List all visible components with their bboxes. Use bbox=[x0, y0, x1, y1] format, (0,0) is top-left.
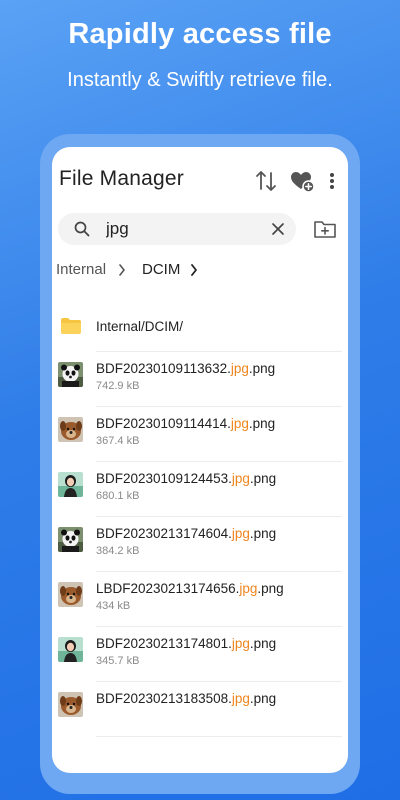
file-name: BDF20230109113632.jpg.png bbox=[96, 361, 275, 376]
chevron-right-icon bbox=[119, 264, 125, 276]
file-thumbnail bbox=[58, 527, 83, 552]
file-thumbnail bbox=[58, 637, 83, 662]
favorites-button[interactable] bbox=[288, 167, 316, 195]
file-row[interactable]: BDF20230213174604.jpg.png 384.2 kB bbox=[52, 517, 348, 572]
search-match-highlight: jpg bbox=[230, 361, 249, 376]
search-icon bbox=[74, 221, 90, 237]
divider bbox=[96, 736, 342, 737]
file-row[interactable]: BDF20230109113632.jpg.png 742.9 kB bbox=[52, 352, 348, 407]
file-name: BDF20230109114414.jpg.png bbox=[96, 416, 275, 431]
file-thumbnail bbox=[58, 417, 83, 442]
file-row[interactable]: BDF20230213183508.jpg.png bbox=[52, 682, 348, 737]
file-name-suffix: .png bbox=[249, 691, 277, 706]
search-match-highlight: jpg bbox=[231, 691, 250, 706]
file-name-prefix: LBDF20230213174656. bbox=[96, 581, 240, 596]
file-name-prefix: BDF20230213174604. bbox=[96, 526, 232, 541]
file-name-prefix: BDF20230109114414. bbox=[96, 416, 231, 431]
more-vertical-icon bbox=[330, 173, 334, 189]
promo-subline: Instantly & Swiftly retrieve file. bbox=[67, 69, 333, 91]
file-name-suffix: .png bbox=[248, 416, 276, 431]
file-name: BDF20230213174801.jpg.png bbox=[96, 636, 276, 651]
file-name: BDF20230213183508.jpg.png bbox=[96, 691, 276, 706]
file-size: 345.7 kB bbox=[96, 655, 140, 667]
folder-add-icon bbox=[314, 221, 336, 238]
file-thumbnail bbox=[58, 472, 83, 497]
file-thumbnail bbox=[58, 582, 83, 607]
file-thumbnail bbox=[58, 362, 83, 387]
heart-add-icon bbox=[291, 172, 315, 193]
folder-row[interactable]: Internal/DCIM/ bbox=[52, 297, 348, 352]
app-bar: File Manager bbox=[52, 147, 348, 213]
search-match-highlight: jpg bbox=[239, 581, 258, 596]
breadcrumb-item-internal[interactable]: Internal bbox=[56, 261, 106, 278]
file-thumbnail bbox=[58, 692, 83, 717]
search-match-highlight: jpg bbox=[230, 416, 249, 431]
folder-icon bbox=[61, 318, 81, 334]
chevron-right-icon bbox=[191, 264, 197, 276]
folder-name: Internal/DCIM/ bbox=[96, 319, 184, 334]
file-name-prefix: BDF20230109113632. bbox=[96, 361, 231, 376]
search-bar bbox=[58, 213, 296, 245]
search-match-highlight: jpg bbox=[231, 526, 250, 541]
sort-button[interactable] bbox=[252, 167, 280, 195]
file-size: 742.9 kB bbox=[96, 380, 140, 392]
file-name-suffix: .png bbox=[249, 471, 277, 486]
file-row[interactable]: BDF20230109124453.jpg.png 680.1 kB bbox=[52, 462, 348, 517]
file-name: BDF20230109124453.jpg.png bbox=[96, 471, 276, 486]
search-input[interactable] bbox=[106, 218, 256, 240]
file-name: LBDF20230213174656.jpg.png bbox=[96, 581, 284, 596]
file-size: 680.1 kB bbox=[96, 490, 140, 502]
file-size: 367.4 kB bbox=[96, 435, 140, 447]
file-name: BDF20230213174604.jpg.png bbox=[96, 526, 276, 541]
file-name-suffix: .png bbox=[249, 636, 277, 651]
file-row[interactable]: BDF20230213174801.jpg.png 345.7 kB bbox=[52, 627, 348, 682]
file-size: 384.2 kB bbox=[96, 545, 140, 557]
file-name-prefix: BDF20230213183508. bbox=[96, 691, 232, 706]
new-folder-button[interactable] bbox=[312, 217, 338, 241]
file-size: 434 kB bbox=[96, 600, 131, 612]
more-options-button[interactable] bbox=[322, 167, 342, 195]
file-name-suffix: .png bbox=[257, 581, 284, 596]
search-match-highlight: jpg bbox=[231, 636, 250, 651]
search-match-highlight: jpg bbox=[231, 471, 250, 486]
file-name-suffix: .png bbox=[249, 526, 277, 541]
file-name-prefix: BDF20230109124453. bbox=[96, 471, 232, 486]
app-title: File Manager bbox=[59, 167, 184, 190]
clear-search-icon[interactable] bbox=[270, 221, 286, 237]
file-name-suffix: .png bbox=[248, 361, 276, 376]
file-name-prefix: BDF20230213174801. bbox=[96, 636, 232, 651]
promo-headline: Rapidly access file bbox=[68, 18, 332, 50]
breadcrumb-item-dcim[interactable]: DCIM bbox=[142, 261, 180, 278]
file-row[interactable]: LBDF20230213174656.jpg.png 434 kB bbox=[52, 572, 348, 627]
sort-arrows-icon bbox=[256, 171, 276, 191]
app-screen: File Manager jpg Internal DCIM Internal/… bbox=[52, 147, 348, 773]
file-row[interactable]: BDF20230109114414.jpg.png 367.4 kB bbox=[52, 407, 348, 462]
